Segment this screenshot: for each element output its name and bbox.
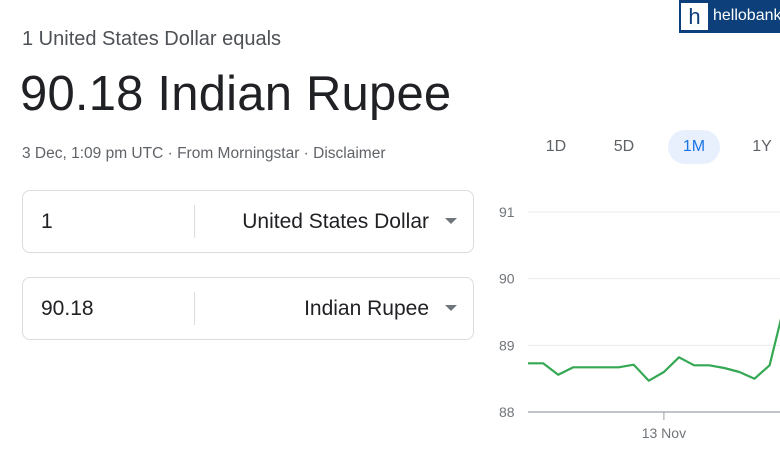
logo-mark: h — [681, 3, 708, 30]
divider — [194, 205, 195, 238]
rate-line — [528, 318, 780, 382]
rate-subtitle: 1 United States Dollar equals — [22, 28, 282, 50]
meta-separator: · — [299, 145, 314, 162]
rate-meta: 3 Dec, 1:09 pm UTC · From Morningstar · … — [22, 145, 386, 163]
source-text: From Morningstar — [177, 145, 300, 162]
y-tick-label: 88 — [499, 404, 515, 420]
hellobank-logo: h hellobank — [679, 0, 780, 33]
dropdown-arrow-icon[interactable] — [445, 218, 457, 224]
from-currency-select[interactable]: United States Dollar — [242, 191, 429, 252]
divider — [194, 292, 195, 325]
range-tabs: 1D 5D 1M 1Y — [520, 130, 780, 166]
meta-separator: · — [163, 145, 178, 162]
y-tick-label: 89 — [499, 337, 515, 353]
x-tick-label: 13 Nov — [642, 425, 686, 441]
to-currency-row: 90.18 Indian Rupee — [22, 277, 474, 340]
from-currency-row: 1 United States Dollar — [22, 190, 474, 253]
y-tick-label: 91 — [499, 204, 515, 220]
disclaimer-link[interactable]: Disclaimer — [313, 145, 385, 162]
dropdown-arrow-icon[interactable] — [445, 305, 457, 311]
tab-1d[interactable]: 1D — [532, 130, 580, 164]
timestamp: 3 Dec, 1:09 pm UTC — [22, 145, 164, 162]
tab-1y[interactable]: 1Y — [740, 130, 780, 164]
converted-value: 90.18 Indian Rupee — [20, 67, 452, 121]
tab-1m[interactable]: 1M — [668, 130, 720, 164]
to-currency-select[interactable]: Indian Rupee — [304, 278, 429, 339]
rate-chart: 88 89 90 91 13 Nov — [499, 204, 780, 441]
logo-text: hellobank — [713, 7, 780, 24]
to-amount-input[interactable]: 90.18 — [41, 278, 94, 339]
from-amount-input[interactable]: 1 — [41, 191, 53, 252]
y-tick-label: 90 — [499, 271, 515, 287]
tab-5d[interactable]: 5D — [600, 130, 648, 164]
